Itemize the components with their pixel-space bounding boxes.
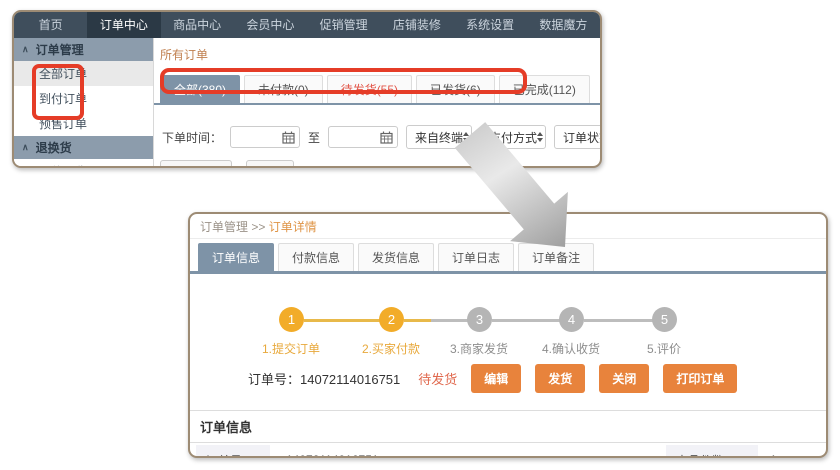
- sidebar-section-title: 退换货: [36, 139, 72, 156]
- step-label-2: 2.买家付款: [362, 340, 420, 357]
- nav-item-product-center[interactable]: 商品中心: [161, 12, 234, 38]
- nav-item-member-center[interactable]: 会员中心: [234, 12, 307, 38]
- step-connector-3-4: [492, 319, 560, 322]
- item-count-value: 1: [770, 445, 820, 458]
- breadcrumb-separator: >>: [251, 220, 265, 234]
- item-count-label: 商品件数：: [666, 445, 758, 458]
- detail-tabs: 订单信息 付款信息 发货信息 订单日志 订单备注: [190, 243, 826, 274]
- nav-item-order-center[interactable]: 订单中心: [87, 12, 160, 38]
- order-no-value: 14072114016751: [286, 445, 666, 458]
- step-circle-1: 1: [279, 307, 304, 332]
- sidebar-item-refund-return[interactable]: 退款退货: [14, 159, 153, 168]
- list-action-buttons: 打印订单 导出: [160, 160, 294, 168]
- sidebar-item-presale-orders[interactable]: 预售订单: [14, 111, 153, 136]
- date-to-input[interactable]: [328, 126, 398, 148]
- terminal-select[interactable]: 来自终端: [406, 125, 472, 149]
- tab-completed[interactable]: 已完成(112): [499, 75, 590, 103]
- filter-row: 下单时间： 至 来自终端 支付方式 订单状态: [154, 125, 600, 149]
- step-circle-2: 2: [379, 307, 404, 332]
- nav-item-promotion[interactable]: 促销管理: [307, 12, 380, 38]
- order-status-tabs: 全部(380) 未付款(0) 待发货(55) 已发货(6) 已完成(112): [154, 75, 600, 105]
- step-connector-2-3: [404, 319, 468, 322]
- tab-all[interactable]: 全部(380): [160, 75, 240, 103]
- tab-payment-info[interactable]: 付款信息: [278, 243, 354, 271]
- step-circle-4: 4: [559, 307, 584, 332]
- order-detail-window: 订单管理 >> 订单详情 订单信息 付款信息 发货信息 订单日志 订单备注 1 …: [188, 212, 828, 458]
- breadcrumb-current: 订单详情: [269, 220, 317, 234]
- export-button[interactable]: 导出: [246, 160, 294, 168]
- order-list-main: 所有订单 全部(380) 未付款(0) 待发货(55) 已发货(6) 已完成(1…: [154, 38, 600, 168]
- tab-to-ship-label: 待发货(55): [341, 83, 398, 97]
- order-status-badge: 待发货: [418, 369, 457, 388]
- date-from-input[interactable]: [230, 126, 300, 148]
- order-number-text: 订单号：14072114016751: [248, 369, 400, 388]
- order-time-label: 下单时间：: [162, 129, 222, 146]
- sidebar-item-cod-orders[interactable]: 到付订单: [14, 86, 153, 111]
- tab-order-remarks[interactable]: 订单备注: [518, 243, 594, 271]
- order-info-row: 订单号： 14072114016751 商品件数： 1: [190, 443, 826, 458]
- nav-item-system-settings[interactable]: 系统设置: [454, 12, 527, 38]
- collapse-caret-icon: ∧: [22, 142, 29, 153]
- tab-order-log[interactable]: 订单日志: [438, 243, 514, 271]
- print-order-button[interactable]: 打印订单: [663, 364, 737, 393]
- sidebar-item-all-orders[interactable]: 全部订单: [14, 61, 153, 86]
- order-action-bar: 订单号：14072114016751 待发货 编辑 发货 关闭 打印订单: [190, 364, 826, 393]
- step-label-5: 5.评价: [647, 340, 681, 357]
- top-nav: 首页 订单中心 商品中心 会员中心 促销管理 店铺装修 系统设置 数据魔方: [14, 12, 600, 38]
- page-title: 所有订单: [154, 46, 600, 63]
- order-list-window: 首页 订单中心 商品中心 会员中心 促销管理 店铺装修 系统设置 数据魔方 ∧ …: [12, 10, 602, 168]
- ship-button[interactable]: 发货: [535, 364, 585, 393]
- order-status-select-value: 订单状态: [563, 129, 600, 146]
- calendar-icon: [282, 131, 295, 144]
- tab-unpaid[interactable]: 未付款(0): [244, 75, 323, 103]
- updown-arrows-icon: [463, 132, 469, 142]
- step-connector-1-2: [304, 319, 380, 322]
- tab-to-ship[interactable]: 待发货(55): [327, 75, 412, 103]
- order-info-heading: 订单信息: [190, 411, 826, 443]
- collapse-caret-icon: ∧: [22, 44, 29, 55]
- tab-order-info[interactable]: 订单信息: [198, 243, 274, 271]
- step-circle-3: 3: [467, 307, 492, 332]
- breadcrumb-parent[interactable]: 订单管理: [200, 220, 248, 234]
- sidebar-section-returns[interactable]: ∧ 退换货: [14, 136, 153, 159]
- terminal-select-value: 来自终端: [415, 129, 463, 146]
- order-info-section: 订单信息 订单号： 14072114016751 商品件数： 1: [190, 410, 826, 458]
- edit-button[interactable]: 编辑: [471, 364, 521, 393]
- calendar-icon: [380, 131, 393, 144]
- tab-shipped[interactable]: 已发货(6): [416, 75, 495, 103]
- payment-select[interactable]: 支付方式: [480, 125, 546, 149]
- close-order-button[interactable]: 关闭: [599, 364, 649, 393]
- to-label: 至: [308, 129, 320, 146]
- payment-select-value: 支付方式: [489, 129, 537, 146]
- print-orders-button[interactable]: 打印订单: [160, 160, 232, 168]
- nav-item-home[interactable]: 首页: [14, 12, 87, 38]
- order-no-label: 订单号：: [196, 445, 270, 458]
- updown-arrows-icon: [537, 132, 543, 142]
- step-label-4: 4.确认收货: [542, 340, 600, 357]
- step-circle-5: 5: [652, 307, 677, 332]
- order-status-select[interactable]: 订单状态: [554, 125, 600, 149]
- step-label-1: 1.提交订单: [262, 340, 320, 357]
- breadcrumb: 订单管理 >> 订单详情: [190, 214, 826, 239]
- nav-item-data-cube[interactable]: 数据魔方: [527, 12, 600, 38]
- step-label-3: 3.商家发货: [450, 340, 508, 357]
- sidebar-section-order-management[interactable]: ∧ 订单管理: [14, 38, 153, 61]
- step-connector-4-5: [584, 319, 653, 322]
- sidebar: ∧ 订单管理 全部订单 到付订单 预售订单 ∧ 退换货 退款退货: [14, 38, 154, 168]
- sidebar-section-title: 订单管理: [36, 41, 84, 58]
- tab-shipping-info[interactable]: 发货信息: [358, 243, 434, 271]
- order-progress-stepper: 1 2 3 4 5 1.提交订单 2.买家付款 3.商家发货 4.确认收货 5.…: [190, 296, 826, 358]
- nav-item-shop-design[interactable]: 店铺装修: [380, 12, 453, 38]
